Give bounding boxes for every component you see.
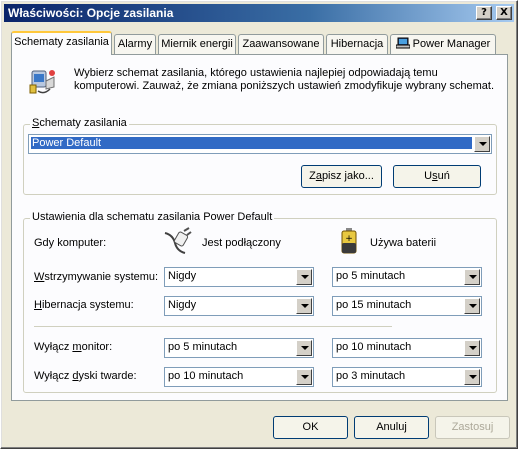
tab-power-meter[interactable]: Miernik energii — [158, 34, 236, 54]
standby-dc-select[interactable]: po 5 minutach — [332, 267, 482, 287]
standby-dc-value: po 5 minutach — [336, 270, 406, 282]
hibernate-dc-value: po 15 minutach — [336, 299, 412, 311]
disks-off-label: Wyłącz dyski twarde: — [34, 370, 137, 382]
scheme-settings-group: Ustawienia dla schematu zasilania Power … — [23, 211, 497, 393]
disks-off-dc-select[interactable]: po 3 minutach — [332, 367, 482, 387]
standby-ac-select[interactable]: Nigdy — [164, 267, 314, 287]
chevron-down-icon[interactable] — [464, 369, 480, 385]
monitor-off-dc-select[interactable]: po 10 minutach — [332, 338, 482, 358]
monitor-off-label: Wyłącz monitor: — [34, 341, 113, 353]
power-options-icon — [29, 70, 55, 94]
power-schemes-group-label: Schematy zasilania — [30, 117, 129, 129]
monitor-off-dc-value: po 10 minutach — [336, 341, 412, 353]
tab-power-schemes[interactable]: Schematy zasilania — [11, 31, 112, 55]
ok-button[interactable]: OK — [273, 416, 348, 439]
tab-hibernate[interactable]: Hibernacja — [326, 34, 388, 54]
tab-label: Power Manager — [412, 38, 491, 50]
hibernate-ac-value: Nigdy — [168, 299, 197, 311]
tab-label: Hibernacja — [330, 38, 384, 50]
power-scheme-select[interactable]: Power Default — [28, 134, 492, 154]
chevron-down-icon[interactable] — [296, 340, 312, 356]
svg-text:+: + — [345, 234, 353, 244]
on-battery-label: Używa baterii — [370, 237, 437, 249]
tab-label: Alarmy — [117, 38, 153, 50]
cancel-button[interactable]: Anuluj — [354, 416, 429, 439]
when-computer-label: Gdy komputer: — [34, 237, 107, 249]
title-bar: Właściwości: Opcje zasilania ? X — [4, 4, 514, 22]
power-schemes-group: Schematy zasilania Power Default Zapisz … — [23, 117, 497, 195]
disks-off-dc-value: po 3 minutach — [336, 370, 406, 382]
chevron-down-icon[interactable] — [464, 340, 480, 356]
monitor-off-ac-value: po 5 minutach — [168, 341, 238, 353]
window-title: Właściwości: Opcje zasilania — [8, 6, 174, 20]
hibernate-ac-select[interactable]: Nigdy — [164, 296, 314, 316]
battery-icon: + — [341, 228, 357, 254]
chevron-down-icon[interactable] — [474, 136, 490, 152]
intro-text: Wybierz schemat zasilania, którego ustaw… — [74, 67, 495, 92]
power-scheme-value: Power Default — [31, 137, 472, 149]
scheme-settings-group-label: Ustawienia dla schematu zasilania Power … — [30, 211, 275, 223]
tab-advanced[interactable]: Zaawansowane — [238, 34, 324, 54]
close-button[interactable]: X — [496, 6, 512, 20]
plugged-in-label: Jest podłączony — [202, 237, 281, 249]
settings-separator — [34, 326, 392, 327]
tab-power-manager[interactable]: Power Manager — [390, 34, 496, 54]
tab-label: Zaawansowane — [242, 38, 320, 50]
chevron-down-icon[interactable] — [464, 269, 480, 285]
apply-button[interactable]: Zastosuj — [435, 416, 510, 439]
hibernate-dc-select[interactable]: po 15 minutach — [332, 296, 482, 316]
standby-label: Wstrzymywanie systemu: — [34, 271, 159, 283]
delete-button[interactable]: Usuń — [393, 165, 481, 188]
standby-ac-value: Nigdy — [168, 270, 197, 282]
laptop-icon — [395, 37, 411, 49]
tab-alarms[interactable]: Alarmy — [114, 34, 156, 54]
tab-label: Schematy zasilania — [14, 36, 109, 48]
help-button[interactable]: ? — [476, 6, 492, 20]
tab-strip: Schematy zasilania Alarmy Miernik energi… — [11, 31, 507, 55]
plug-icon — [164, 227, 192, 254]
dialog-buttons: OK Anuluj Zastosuj — [1, 406, 518, 446]
monitor-off-ac-select[interactable]: po 5 minutach — [164, 338, 314, 358]
disks-off-ac-select[interactable]: po 10 minutach — [164, 367, 314, 387]
chevron-down-icon[interactable] — [464, 298, 480, 314]
chevron-down-icon[interactable] — [296, 298, 312, 314]
tab-panel: Wybierz schemat zasilania, którego ustaw… — [11, 54, 508, 401]
disks-off-ac-value: po 10 minutach — [168, 370, 244, 382]
power-options-dialog: Właściwości: Opcje zasilania ? X Schemat… — [0, 0, 518, 449]
save-as-button[interactable]: Zapisz jako... — [301, 165, 382, 188]
chevron-down-icon[interactable] — [296, 269, 312, 285]
chevron-down-icon[interactable] — [296, 369, 312, 385]
tab-label: Miernik energii — [161, 38, 233, 50]
hibernate-label: Hibernacja systemu: — [34, 299, 134, 311]
